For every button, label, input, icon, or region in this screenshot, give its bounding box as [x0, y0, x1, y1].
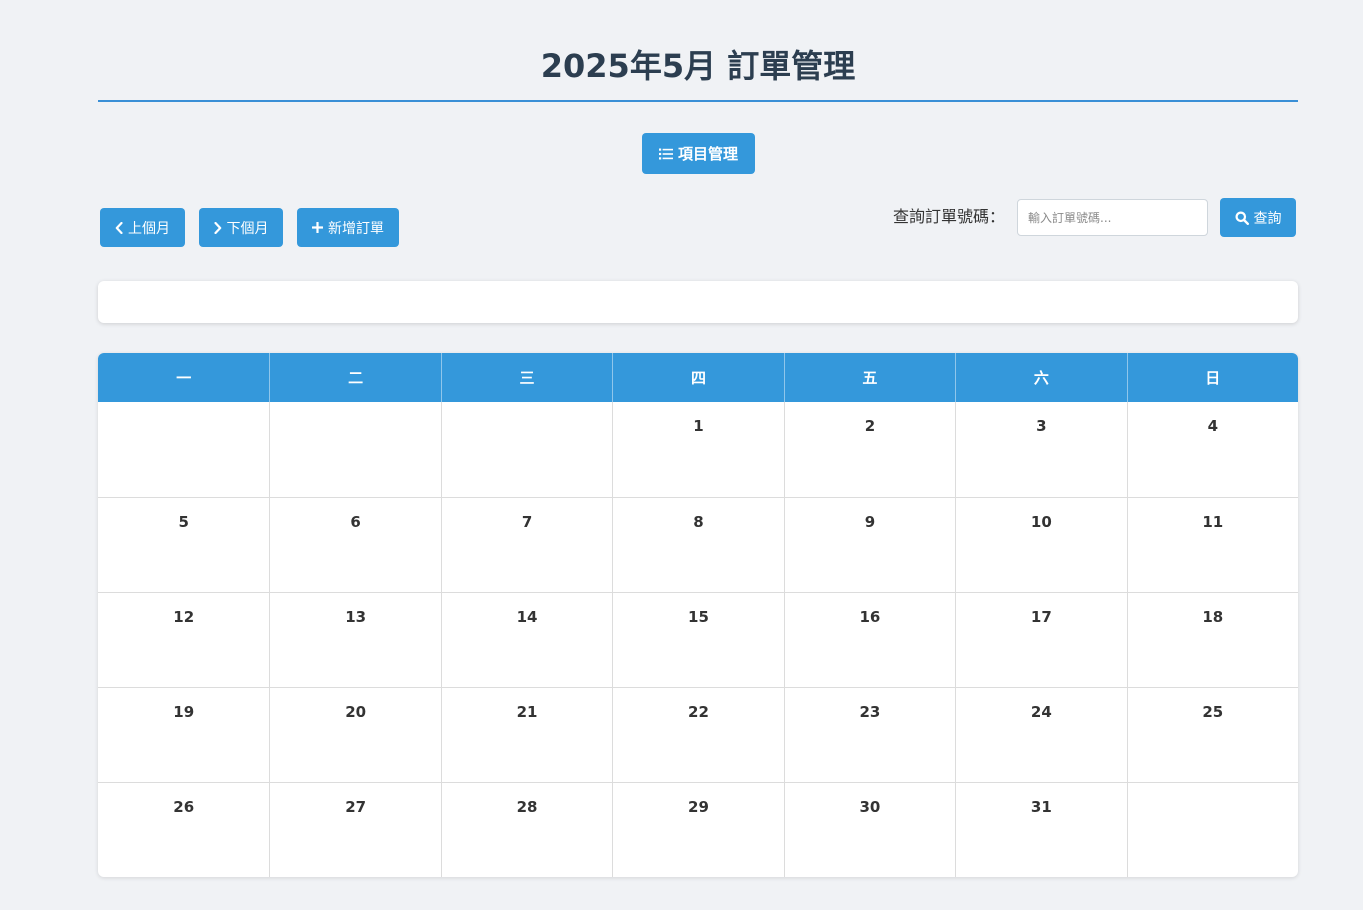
calendar-day-cell[interactable]: 7 — [440, 497, 613, 592]
list-icon — [658, 148, 673, 159]
weekday-header-thu: 四 — [612, 353, 783, 402]
search-label: 查詢訂單號碼： — [892, 207, 1005, 226]
weekday-header-sat: 六 — [955, 353, 1126, 402]
calendar-day-cell[interactable]: 14 — [440, 592, 613, 687]
calendar-day-cell[interactable]: 10 — [955, 497, 1127, 592]
search-button-label: 查詢 — [1253, 210, 1282, 227]
search-icon — [1235, 211, 1249, 225]
calendar-day-cell[interactable]: 12 — [98, 592, 270, 687]
calendar-day-cell[interactable]: 22 — [612, 687, 784, 782]
calendar-day-cell[interactable]: 5 — [98, 497, 270, 592]
next-month-label: 下個月 — [226, 220, 269, 237]
calendar-grid: 1 2 3 4 5 6 7 8 9 10 11 12 13 14 15 16 17 18 19 20 21 22 23 24 2… — [98, 402, 1298, 877]
item-management-label: 項目管理 — [677, 145, 738, 163]
chevron-right-icon — [213, 221, 221, 234]
calendar-weekday-header: 一 二 三 四 五 六 日 — [98, 353, 1298, 402]
title-divider — [98, 100, 1298, 102]
calendar-day-cell[interactable]: 9 — [783, 497, 956, 592]
calendar-empty-cell — [98, 402, 269, 497]
weekday-header-fri: 五 — [783, 353, 955, 402]
calendar-day-cell[interactable]: 8 — [612, 497, 784, 592]
new-order-button[interactable]: 新增訂單 — [297, 208, 399, 247]
weekday-header-mon: 一 — [176, 369, 192, 387]
new-order-label: 新增訂單 — [328, 220, 384, 237]
search-button[interactable]: 查詢 — [1220, 198, 1296, 237]
next-month-button[interactable]: 下個月 — [199, 208, 283, 247]
order-info-panel — [98, 281, 1298, 323]
calendar-day-cell[interactable]: 11 — [1126, 497, 1298, 592]
calendar-day-cell[interactable]: 27 — [269, 782, 441, 877]
calendar-day-cell[interactable]: 24 — [955, 687, 1127, 782]
calendar-day-cell[interactable]: 6 — [269, 497, 441, 592]
calendar-day-cell[interactable]: 15 — [612, 592, 784, 687]
weekday-header-tue: 二 — [269, 353, 440, 402]
calendar-day-cell[interactable]: 18 — [1126, 592, 1298, 687]
calendar-day-cell[interactable]: 25 — [1126, 687, 1298, 782]
calendar: 一 二 三 四 五 六 日 1 2 3 4 5 6 7 8 9 10 11 12 13 14 15 16 17 1… — [98, 353, 1298, 877]
calendar-empty-cell — [269, 402, 440, 497]
calendar-day-cell[interactable]: 1 — [612, 402, 783, 497]
calendar-day-cell[interactable]: 30 — [783, 782, 956, 877]
calendar-day-cell[interactable]: 28 — [440, 782, 613, 877]
calendar-day-cell[interactable]: 31 — [955, 782, 1127, 877]
calendar-day-cell[interactable]: 3 — [955, 402, 1126, 497]
calendar-empty-cell — [440, 402, 612, 497]
item-management-button[interactable]: 項目管理 — [642, 133, 755, 174]
weekday-header-sun: 日 — [1126, 353, 1298, 402]
calendar-day-cell[interactable]: 13 — [269, 592, 441, 687]
order-number-search-input[interactable] — [1017, 199, 1208, 236]
calendar-empty-cell — [1126, 782, 1298, 877]
calendar-day-cell[interactable]: 19 — [98, 687, 270, 782]
calendar-day-cell[interactable]: 29 — [612, 782, 784, 877]
page-title: 2025年5月 訂單管理 — [540, 47, 856, 85]
plus-icon — [312, 222, 323, 233]
calendar-day-cell[interactable]: 4 — [1126, 402, 1298, 497]
chevron-left-icon — [115, 221, 123, 234]
prev-month-label: 上個月 — [128, 220, 170, 237]
calendar-day-cell[interactable]: 16 — [783, 592, 956, 687]
calendar-day-cell[interactable]: 2 — [783, 402, 955, 497]
calendar-day-cell[interactable]: 17 — [955, 592, 1127, 687]
calendar-day-cell[interactable]: 23 — [783, 687, 956, 782]
calendar-day-cell[interactable]: 26 — [98, 782, 270, 877]
weekday-header-wed: 三 — [440, 353, 612, 402]
prev-month-button[interactable]: 上個月 — [100, 208, 185, 247]
calendar-day-cell[interactable]: 20 — [269, 687, 441, 782]
calendar-day-cell[interactable]: 21 — [440, 687, 613, 782]
